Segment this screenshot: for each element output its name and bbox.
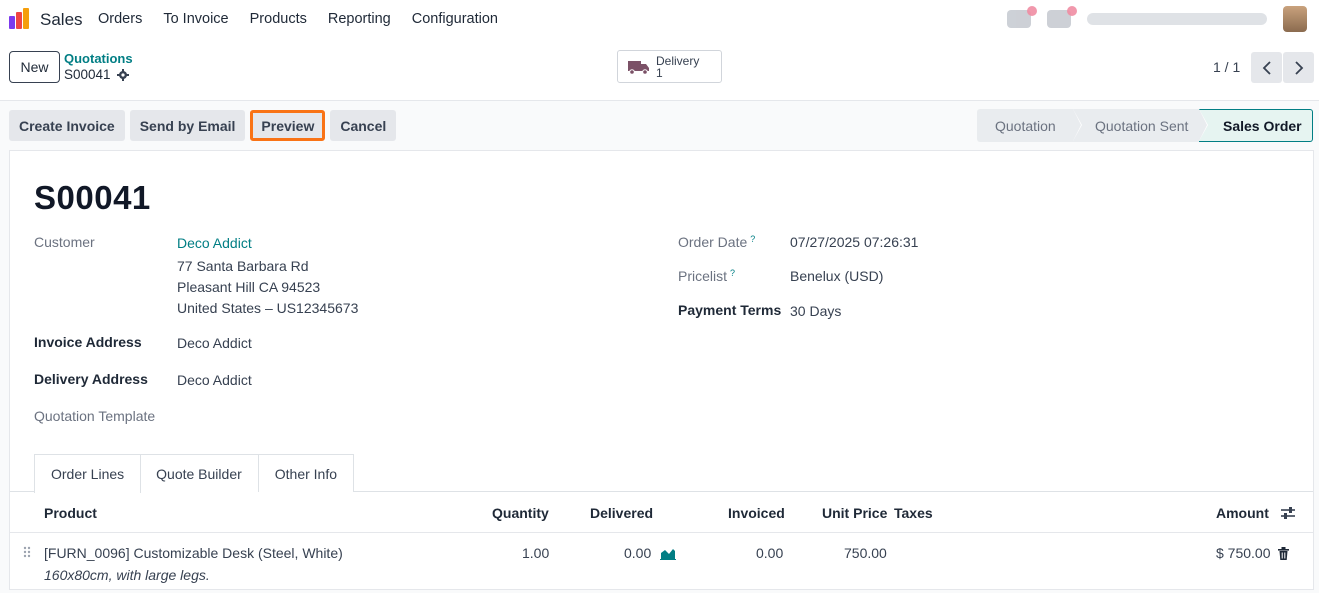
column-header[interactable]: Delivered bbox=[590, 505, 653, 521]
chevron-left-icon bbox=[1262, 60, 1271, 75]
menu-products[interactable]: Products bbox=[250, 11, 307, 27]
stage-sales-order[interactable]: Sales Order bbox=[1199, 109, 1313, 142]
delivered-cell[interactable]: 0.00 bbox=[624, 545, 651, 561]
customer-address-line: 77 Santa Barbara Rd bbox=[177, 258, 309, 274]
column-header[interactable]: Unit Price bbox=[822, 505, 887, 521]
pricelist-label: Pricelist? bbox=[678, 268, 735, 284]
trash-icon[interactable] bbox=[1278, 547, 1289, 560]
column-header[interactable]: Quantity bbox=[492, 505, 549, 521]
company-switcher[interactable] bbox=[1087, 13, 1267, 25]
tab-other-info[interactable]: Other Info bbox=[257, 454, 355, 492]
delivery-address-field[interactable]: Deco Addict bbox=[177, 372, 252, 388]
product-cell[interactable]: [FURN_0096] Customizable Desk (Steel, Wh… bbox=[44, 545, 343, 561]
column-header[interactable]: Amount bbox=[1216, 505, 1269, 521]
stage-quotation[interactable]: Quotation bbox=[977, 109, 1082, 142]
action-bar: Create Invoice Send by Email Preview Can… bbox=[9, 110, 397, 141]
customer-address-line: Pleasant Hill CA 94523 bbox=[177, 279, 321, 295]
column-header[interactable]: Product bbox=[44, 505, 97, 521]
systray bbox=[1007, 6, 1307, 32]
column-header[interactable]: Invoiced bbox=[728, 505, 785, 521]
breadcrumb-parent[interactable]: Quotations bbox=[64, 51, 133, 66]
sales-app-icon[interactable] bbox=[8, 8, 30, 30]
pager-next-button[interactable] bbox=[1283, 52, 1314, 83]
stage-quotation-sent[interactable]: Quotation Sent bbox=[1073, 109, 1208, 142]
pager-previous-button[interactable] bbox=[1251, 52, 1282, 83]
payment-terms-label: Payment Terms bbox=[678, 302, 782, 318]
avatar[interactable] bbox=[1283, 6, 1307, 32]
payment-terms-field[interactable]: 30 Days bbox=[790, 303, 841, 319]
activity-icon[interactable] bbox=[1007, 6, 1037, 28]
control-panel: New Quotations S00041 Delivery 1 1 / 1 bbox=[0, 40, 1319, 101]
order-date-label: Order Date? bbox=[678, 234, 755, 250]
invoice-address-field[interactable]: Deco Addict bbox=[177, 335, 252, 351]
menu-orders[interactable]: Orders bbox=[98, 11, 142, 27]
quotation-template-label: Quotation Template bbox=[34, 408, 156, 424]
table-row[interactable]: [FURN_0096] Customizable Desk (Steel, Wh… bbox=[10, 533, 1313, 593]
invoice-address-label: Invoice Address bbox=[34, 334, 142, 350]
smart-button-count: 1 bbox=[656, 65, 663, 80]
main-menu: Orders To Invoice Products Reporting Con… bbox=[98, 11, 519, 27]
app-name[interactable]: Sales bbox=[40, 10, 83, 30]
preview-button[interactable]: Preview bbox=[250, 110, 326, 141]
menu-configuration[interactable]: Configuration bbox=[412, 11, 498, 27]
customer-label: Customer bbox=[34, 234, 95, 250]
product-description: 160x80cm, with large legs. bbox=[44, 567, 210, 583]
forecast-chart-icon[interactable] bbox=[660, 547, 676, 560]
column-header[interactable]: Taxes bbox=[894, 505, 933, 521]
order-date-field[interactable]: 07/27/2025 07:26:31 bbox=[790, 234, 918, 250]
pager-value[interactable]: 1 / 1 bbox=[1213, 59, 1240, 75]
tab-order-lines[interactable]: Order Lines bbox=[34, 454, 142, 493]
truck-icon bbox=[628, 60, 649, 75]
page-title: S00041 bbox=[34, 179, 151, 216]
invoiced-cell[interactable]: 0.00 bbox=[756, 545, 783, 561]
customer-address-line: United States – US12345673 bbox=[177, 300, 359, 316]
quantity-cell[interactable]: 1.00 bbox=[522, 545, 549, 561]
stage-label: Quotation bbox=[995, 117, 1056, 134]
messages-icon[interactable] bbox=[1047, 6, 1077, 28]
smart-button-label: Delivery bbox=[656, 53, 700, 68]
optional-columns-icon[interactable] bbox=[1280, 506, 1296, 520]
status-bar: Quotation Quotation Sent Sales Order bbox=[977, 109, 1313, 142]
new-button[interactable]: New bbox=[9, 51, 60, 83]
amount-cell: $ 750.00 bbox=[1216, 545, 1271, 561]
delivery-smart-button[interactable]: Delivery 1 bbox=[617, 50, 722, 83]
top-navbar: Sales Orders To Invoice Products Reporti… bbox=[0, 0, 1319, 40]
tab-quote-builder[interactable]: Quote Builder bbox=[140, 454, 259, 492]
stage-label: Quotation Sent bbox=[1095, 117, 1189, 134]
pricelist-field[interactable]: Benelux (USD) bbox=[790, 268, 883, 284]
stage-label: Sales Order bbox=[1223, 117, 1302, 134]
unit-price-cell[interactable]: 750.00 bbox=[844, 545, 887, 561]
pricelist-label-text: Pricelist bbox=[678, 268, 728, 284]
customer-link[interactable]: Deco Addict bbox=[177, 235, 252, 251]
chevron-right-icon bbox=[1294, 60, 1303, 75]
create-invoice-button[interactable]: Create Invoice bbox=[9, 110, 125, 141]
help-icon[interactable]: ? bbox=[750, 234, 755, 244]
cancel-button[interactable]: Cancel bbox=[330, 110, 397, 141]
order-date-label-text: Order Date bbox=[678, 234, 748, 250]
form-sheet: S00041 Customer Deco Addict 77 Santa Bar… bbox=[9, 150, 1314, 590]
breadcrumb-current: S00041 bbox=[64, 67, 111, 82]
help-icon[interactable]: ? bbox=[730, 268, 735, 278]
send-by-email-button[interactable]: Send by Email bbox=[129, 110, 246, 141]
drag-handle-icon[interactable] bbox=[23, 546, 31, 558]
menu-to-invoice[interactable]: To Invoice bbox=[163, 11, 228, 27]
notebook-tabs: Order Lines Quote Builder Other Info bbox=[34, 454, 355, 493]
gear-icon[interactable] bbox=[116, 68, 129, 81]
delivery-address-label: Delivery Address bbox=[34, 371, 148, 387]
breadcrumb: S00041 bbox=[64, 67, 129, 82]
order-lines-header: Product Quantity Delivered Invoiced Unit… bbox=[10, 492, 1313, 533]
menu-reporting[interactable]: Reporting bbox=[328, 11, 391, 27]
